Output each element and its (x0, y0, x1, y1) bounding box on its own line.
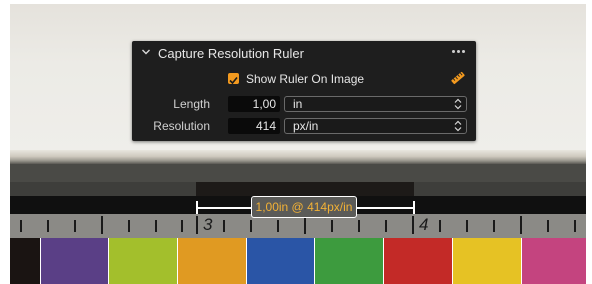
color-patch (109, 238, 177, 284)
scale-tick (277, 220, 279, 232)
ruler-icon[interactable] (450, 70, 466, 86)
more-icon[interactable] (448, 44, 470, 60)
scale-tick (439, 220, 441, 232)
color-patch (522, 238, 586, 284)
scale-tick (128, 220, 130, 232)
scale-tick (412, 216, 414, 234)
panel-title: Capture Resolution Ruler (158, 46, 304, 61)
resolution-unit-select[interactable]: px/in (284, 118, 467, 134)
scale-tick (385, 220, 387, 232)
color-patch (247, 238, 314, 284)
capture-resolution-ruler-panel: Capture Resolution Ruler Show Ruler On I… (132, 41, 476, 141)
scale-tick (47, 220, 49, 232)
scale-number: 3 (203, 215, 213, 234)
length-unit-select[interactable]: in (284, 96, 467, 112)
scale-tick (547, 220, 549, 232)
checkmark-icon (229, 76, 238, 85)
scale-tick (466, 220, 468, 232)
color-patch (384, 238, 452, 284)
up-down-arrows-icon (454, 120, 462, 132)
color-patch (10, 238, 40, 284)
scale-tick (155, 220, 157, 232)
show-ruler-label[interactable]: Show Ruler On Image (246, 72, 364, 86)
scale-tick (331, 220, 333, 232)
scale-tick (493, 220, 495, 232)
chevron-down-icon[interactable] (141, 47, 151, 57)
color-patch (178, 238, 246, 284)
scale-tick (520, 216, 522, 234)
ruler-measurement-label: 1,00in @ 414px/in (251, 196, 357, 218)
photo-target-band (10, 164, 586, 182)
scale-number: 4 (419, 215, 429, 234)
scale-tick (196, 216, 198, 234)
scale-tick (250, 220, 252, 232)
panel-header[interactable]: Capture Resolution Ruler (132, 41, 476, 67)
length-input[interactable]: 1,00 (228, 96, 280, 112)
scale-tick (358, 220, 360, 232)
resolution-input[interactable]: 414 (228, 118, 280, 134)
ruler-end-handle[interactable] (413, 201, 415, 214)
up-down-arrows-icon (454, 98, 462, 110)
ruler-start-handle[interactable] (196, 201, 198, 214)
scale-tick (574, 220, 576, 232)
photo-canvas: 3 4 1,00in @ 414px/in Capture Resolution… (0, 0, 592, 284)
scale-tick (223, 220, 225, 232)
photo-paper-edge (10, 150, 586, 164)
scale-tick (304, 216, 306, 234)
scale-tick (101, 216, 103, 234)
length-label: Length (173, 97, 210, 111)
scale-tick (74, 220, 76, 232)
scale-tick (20, 220, 22, 232)
color-patch (315, 238, 383, 284)
color-patch (41, 238, 108, 284)
length-unit-value: in (293, 97, 303, 111)
show-ruler-checkbox[interactable] (228, 73, 239, 85)
resolution-unit-value: px/in (293, 119, 319, 133)
resolution-label: Resolution (153, 119, 210, 133)
color-patch (453, 238, 521, 284)
scale-tick (181, 220, 183, 232)
